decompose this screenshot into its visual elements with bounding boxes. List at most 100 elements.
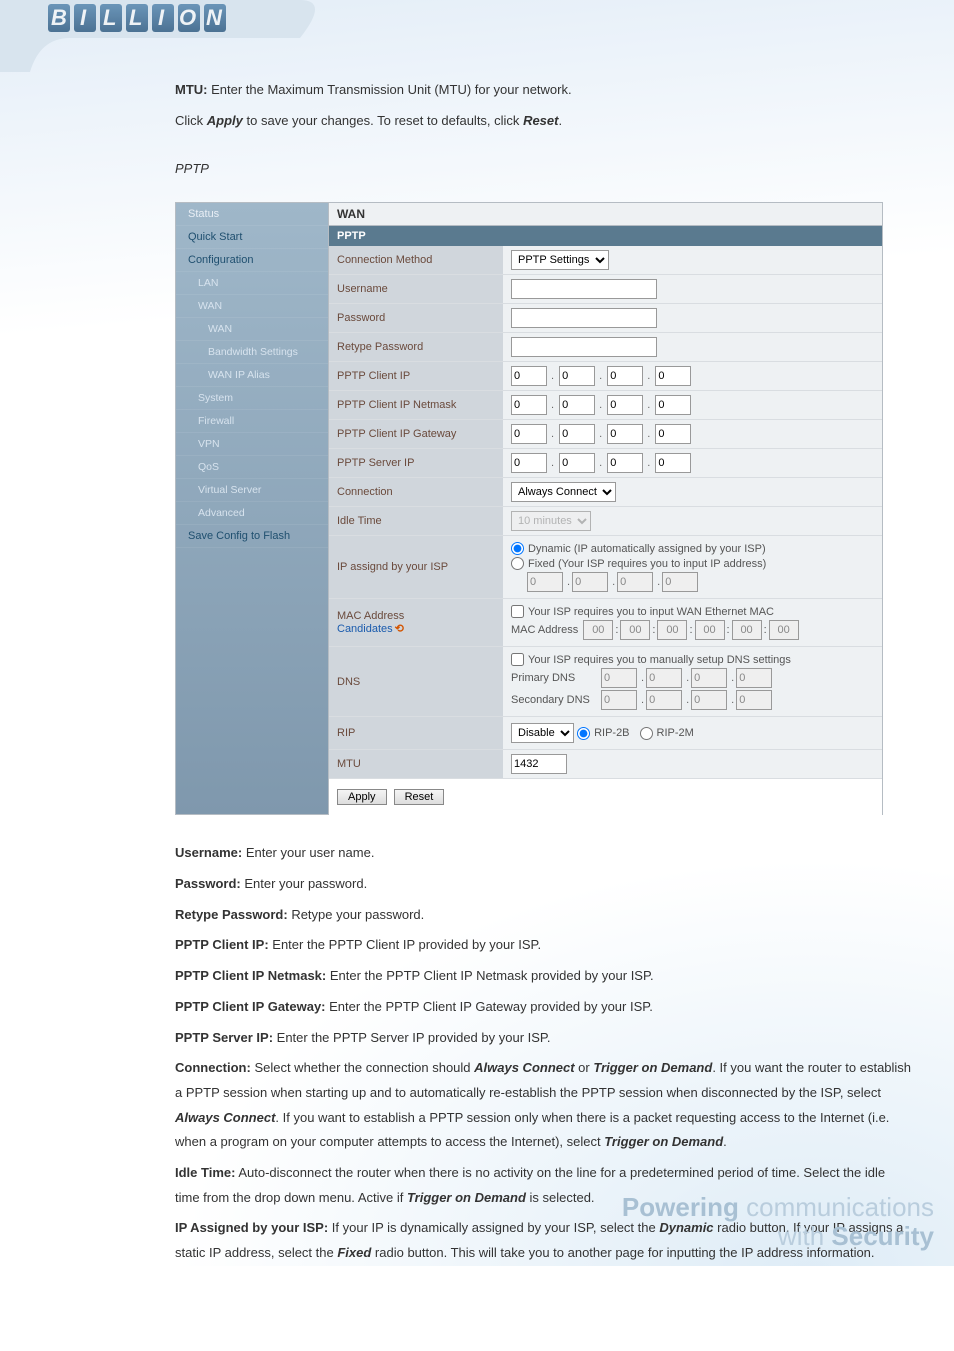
dns-required-label: Your ISP requires you to manually setup …	[528, 654, 791, 666]
sidebar-item-save-config[interactable]: Save Config to Flash	[176, 525, 328, 548]
wan-form: WAN PPTP Connection Method PPTP Settings…	[329, 202, 883, 815]
sidebar-item-quickstart[interactable]: Quick Start	[176, 226, 328, 249]
retype-password-input[interactable]	[511, 337, 657, 357]
mac-4	[695, 620, 725, 640]
period: .	[558, 113, 562, 128]
label-mtu: MTU	[329, 750, 503, 778]
footer-slogan: Powering communications with Security	[622, 1192, 934, 1252]
click-word: Click	[175, 113, 207, 128]
mac-5	[732, 620, 762, 640]
brand-logo: B I L L I O N	[0, 0, 954, 72]
sidebar-item-vpn[interactable]: VPN	[176, 433, 328, 456]
client-ip-4[interactable]	[655, 366, 691, 386]
sidebar-item-wan-sub[interactable]: WAN	[176, 318, 328, 341]
client-gw-2[interactable]	[559, 424, 595, 444]
rip-select[interactable]: Disable	[511, 723, 574, 743]
mac-2	[620, 620, 650, 640]
label-pptp-server-ip: PPTP Server IP	[329, 449, 503, 477]
pdns-4	[736, 668, 772, 688]
sdns-2	[646, 690, 682, 710]
svg-text:I: I	[80, 5, 87, 30]
apply-word: Apply	[207, 113, 243, 128]
sidebar-item-status[interactable]: Status	[176, 203, 328, 226]
label-pptp-client-netmask: PPTP Client IP Netmask	[329, 391, 503, 419]
client-gw-1[interactable]	[511, 424, 547, 444]
sidebar-item-wan[interactable]: WAN	[176, 295, 328, 318]
config-sidebar: Status Quick Start Configuration LAN WAN…	[175, 202, 329, 815]
client-ip-1[interactable]	[511, 366, 547, 386]
pdns-1	[601, 668, 637, 688]
mtu-label: MTU:	[175, 82, 208, 97]
svg-text:O: O	[179, 5, 196, 30]
server-ip-1[interactable]	[511, 453, 547, 473]
intro-text: MTU: Enter the Maximum Transmission Unit…	[175, 78, 912, 133]
candidates-link[interactable]: Candidates⟲	[337, 623, 404, 635]
client-nm-2[interactable]	[559, 395, 595, 415]
dns-required-checkbox[interactable]	[511, 653, 524, 666]
svg-text:L: L	[103, 5, 116, 30]
label-username: Username	[329, 275, 503, 303]
mac-address-label: MAC Address	[511, 624, 578, 636]
client-nm-3[interactable]	[607, 395, 643, 415]
sdns-3	[691, 690, 727, 710]
wan-header: WAN	[329, 203, 882, 226]
ip-fixed-radio[interactable]	[511, 557, 524, 570]
mac-required-label: Your ISP requires you to input WAN Ether…	[528, 606, 774, 618]
primary-dns-label: Primary DNS	[511, 672, 601, 684]
ip-dynamic-label: Dynamic (IP automatically assigned by yo…	[528, 543, 766, 555]
rip2m-radio[interactable]	[640, 727, 653, 740]
server-ip-2[interactable]	[559, 453, 595, 473]
ip-fixed-label: Fixed (Your ISP requires you to input IP…	[528, 558, 766, 570]
sidebar-item-configuration[interactable]: Configuration	[176, 249, 328, 272]
server-ip-3[interactable]	[607, 453, 643, 473]
connection-method-select[interactable]: PPTP Settings	[511, 250, 609, 270]
password-input[interactable]	[511, 308, 657, 328]
sidebar-item-firewall[interactable]: Firewall	[176, 410, 328, 433]
pdns-2	[646, 668, 682, 688]
connection-select[interactable]: Always Connect	[511, 482, 616, 502]
secondary-dns-label: Secondary DNS	[511, 694, 601, 706]
sidebar-item-bandwidth[interactable]: Bandwidth Settings	[176, 341, 328, 364]
client-gw-4[interactable]	[655, 424, 691, 444]
sidebar-item-lan[interactable]: LAN	[176, 272, 328, 295]
mac-6	[769, 620, 799, 640]
mac-required-checkbox[interactable]	[511, 605, 524, 618]
label-retype-password: Retype Password	[329, 333, 503, 361]
reset-word: Reset	[523, 113, 558, 128]
pptp-header: PPTP	[329, 226, 882, 246]
fixed-ip-1	[527, 572, 563, 592]
sidebar-item-advanced[interactable]: Advanced	[176, 502, 328, 525]
sidebar-item-wan-alias[interactable]: WAN IP Alias	[176, 364, 328, 387]
rip2b-radio[interactable]	[577, 727, 590, 740]
client-nm-1[interactable]	[511, 395, 547, 415]
client-gw-3[interactable]	[607, 424, 643, 444]
sidebar-item-system[interactable]: System	[176, 387, 328, 410]
label-connection-method: Connection Method	[329, 246, 503, 274]
fixed-ip-4	[662, 572, 698, 592]
sdns-1	[601, 690, 637, 710]
mtu-input[interactable]	[511, 754, 567, 774]
idle-time-select[interactable]: 10 minutes	[511, 511, 591, 531]
sidebar-item-virtual-server[interactable]: Virtual Server	[176, 479, 328, 502]
label-dns: DNS	[329, 647, 503, 716]
label-mac-address: MAC Address Candidates⟲	[329, 599, 503, 646]
username-input[interactable]	[511, 279, 657, 299]
svg-text:I: I	[158, 5, 165, 30]
reset-button[interactable]: Reset	[394, 789, 445, 805]
client-ip-3[interactable]	[607, 366, 643, 386]
client-nm-4[interactable]	[655, 395, 691, 415]
svg-text:L: L	[129, 5, 142, 30]
mac-1	[583, 620, 613, 640]
label-connection: Connection	[329, 478, 503, 506]
label-pptp-client-gw: PPTP Client IP Gateway	[329, 420, 503, 448]
label-pptp-client-ip: PPTP Client IP	[329, 362, 503, 390]
mac-3	[657, 620, 687, 640]
apply-button[interactable]: Apply	[337, 789, 387, 805]
svg-text:N: N	[206, 5, 223, 30]
server-ip-4[interactable]	[655, 453, 691, 473]
fixed-ip-3	[617, 572, 653, 592]
client-ip-2[interactable]	[559, 366, 595, 386]
wan-pptp-screenshot: Status Quick Start Configuration LAN WAN…	[175, 202, 883, 815]
sidebar-item-qos[interactable]: QoS	[176, 456, 328, 479]
ip-dynamic-radio[interactable]	[511, 542, 524, 555]
